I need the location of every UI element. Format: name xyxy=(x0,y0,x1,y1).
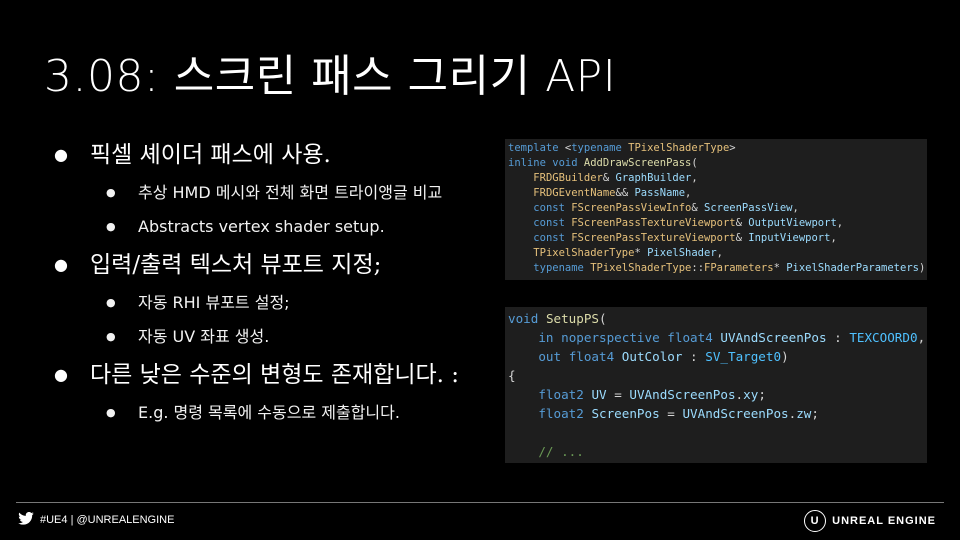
code-line: { xyxy=(508,368,516,383)
bullet-level2: Abstracts vertex shader setup. xyxy=(54,216,494,238)
code-line: template <typename TPixelShaderType> xyxy=(508,142,736,154)
bullet-level1: 입력/출력 텍스처 뷰포트 지정; xyxy=(54,250,494,280)
code-line: in noperspective float4 UVAndScreenPos :… xyxy=(538,330,926,345)
footer-social-text: #UE4 | @UNREALENGINE xyxy=(40,514,175,526)
code-line: float2 ScreenPos = UVAndScreenPos.zw; xyxy=(538,406,819,421)
twitter-bird-icon xyxy=(18,511,34,528)
code-line: void SetupPS( xyxy=(508,311,607,326)
bullet-level2: E.g. 명령 목록에 수동으로 제출합니다. xyxy=(54,402,494,424)
unreal-logo-icon: U xyxy=(804,510,827,532)
slide-title: 3.08: 스크린 패스 그리기 API xyxy=(44,51,617,102)
code-snippet-setup-ps: void SetupPS( in noperspective float4 UV… xyxy=(505,307,927,463)
code-snippet-add-draw-screen-pass: template <typename TPixelShaderType> inli… xyxy=(505,139,927,280)
code-line: const FScreenPassTextureViewport& Output… xyxy=(533,217,844,229)
code-line: FRDGBuilder& GraphBuilder, xyxy=(533,172,698,184)
bullet-list: 픽셀 셰이더 패스에 사용. 추상 HMD 메시와 전체 화면 트라이앵글 비교… xyxy=(54,140,494,436)
code-line: float2 UV = UVAndScreenPos.xy; xyxy=(538,387,766,402)
footer-divider xyxy=(16,502,944,503)
footer-brand: U UNREAL ENGINE xyxy=(804,510,936,532)
code-line: inline void AddDrawScreenPass( xyxy=(508,157,698,169)
bullet-level2: 자동 UV 좌표 생성. xyxy=(54,326,494,348)
code-line: out float4 OutColor : SV_Target0) xyxy=(538,349,789,364)
code-line: const FScreenPassTextureViewport& InputV… xyxy=(533,232,837,244)
code-line: FRDGEventName&& PassName, xyxy=(533,187,692,199)
brand-text: UNREAL ENGINE xyxy=(832,515,936,527)
bullet-level2: 자동 RHI 뷰포트 설정; xyxy=(54,292,494,314)
bullet-level1: 다른 낮은 수준의 변형도 존재합니다. : xyxy=(54,360,494,390)
bullet-level2: 추상 HMD 메시와 전체 화면 트라이앵글 비교 xyxy=(54,182,494,204)
bullet-level1: 픽셀 셰이더 패스에 사용. xyxy=(54,140,494,170)
code-line: // ... xyxy=(508,444,584,459)
code-line: typename TPixelShaderType::FParameters* … xyxy=(533,262,926,274)
code-line: const FScreenPassViewInfo& ScreenPassVie… xyxy=(533,202,799,214)
footer-social: #UE4 | @UNREALENGINE xyxy=(18,511,175,528)
code-line: TPixelShaderType* PixelShader, xyxy=(533,247,723,259)
